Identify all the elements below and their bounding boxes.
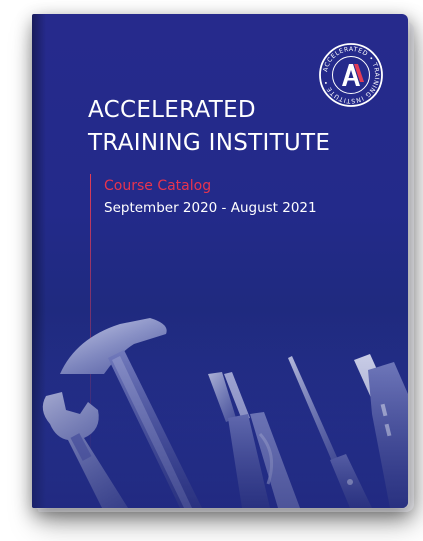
catalog-cover: ACCELERATED • TRAINING INSTITUTE • ACCEL… <box>32 14 408 508</box>
catalog-mockup: ACCELERATED • TRAINING INSTITUTE • ACCEL… <box>0 0 423 541</box>
tools-illustration <box>32 314 408 508</box>
title-line-2: TRAINING INSTITUTE <box>88 130 331 156</box>
catalog-title: ACCELERATED TRAINING INSTITUTE <box>88 94 330 160</box>
catalog-subtitle: Course Catalog <box>104 178 212 194</box>
catalog-dates: September 2020 - August 2021 <box>104 200 317 216</box>
svg-text:ACCELERATED • TRAINING INSTITU: ACCELERATED • TRAINING INSTITUTE • <box>322 46 380 104</box>
title-line-1: ACCELERATED <box>88 97 256 123</box>
